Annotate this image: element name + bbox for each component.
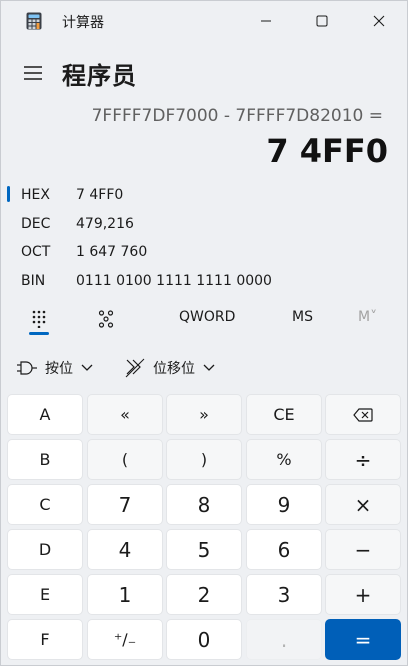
key-decimal[interactable]: . (246, 619, 322, 660)
close-button[interactable] (351, 1, 407, 41)
key-subtract[interactable]: − (325, 529, 401, 570)
word-size-button[interactable]: QWORD (179, 309, 235, 325)
expression-display: 7FFFF7DF7000 - 7FFFF7D82010 = (91, 106, 383, 126)
key-6[interactable]: 6 (246, 529, 322, 570)
full-keypad-tab[interactable] (23, 303, 55, 335)
bit-shift-icon (125, 358, 145, 378)
key-rotate-right[interactable]: » (166, 394, 242, 435)
radix-row-oct[interactable]: OCT 1 647 760 (1, 238, 407, 266)
key-c[interactable]: C (7, 484, 83, 525)
backspace-icon (353, 407, 373, 422)
bitshift-label: 位移位 (153, 361, 195, 377)
key-negate[interactable]: ⁺∕₋ (87, 619, 163, 660)
result-display: 7 4FF0 (266, 132, 388, 170)
bitwise-label: 按位 (45, 361, 73, 377)
key-a[interactable]: A (7, 394, 83, 435)
key-1[interactable]: 1 (87, 574, 163, 615)
calculator-window: 计算器 程序员 7FFFF7DF7000 - 7FFFF7D82010 = 7 … (0, 0, 408, 666)
full-keypad-icon (32, 310, 46, 328)
hamburger-menu-icon (24, 66, 42, 80)
key-e[interactable]: E (7, 574, 83, 615)
key-clear-entry[interactable]: CE (246, 394, 322, 435)
memory-store-button[interactable]: MS (292, 309, 313, 325)
key-2[interactable]: 2 (166, 574, 242, 615)
key-f[interactable]: F (7, 619, 83, 660)
radix-value: 479,216 (76, 216, 134, 232)
mode-title: 程序员 (62, 62, 137, 90)
maximize-button[interactable] (294, 1, 350, 41)
logic-gate-icon (17, 361, 37, 375)
minimize-button[interactable] (238, 1, 294, 41)
radix-row-dec[interactable]: DEC 479,216 (1, 210, 407, 238)
title-bar: 计算器 (1, 1, 407, 41)
memory-list-button[interactable]: M˅ (358, 309, 377, 325)
key-7[interactable]: 7 (87, 484, 163, 525)
key-d[interactable]: D (7, 529, 83, 570)
radix-label: HEX (21, 187, 50, 203)
chevron-down-icon (203, 364, 215, 371)
navigation-menu-button[interactable] (17, 57, 49, 89)
radix-row-hex[interactable]: HEX 7 4FF0 (1, 181, 407, 209)
radix-value: 1 647 760 (76, 244, 148, 260)
key-9[interactable]: 9 (246, 484, 322, 525)
bitshift-dropdown[interactable]: 位移位 (125, 356, 215, 380)
key-divide[interactable]: ÷ (325, 439, 401, 480)
radix-value: 0111 0100 1111 1111 0000 (76, 273, 272, 289)
key-close-paren[interactable]: ) (166, 439, 242, 480)
key-3[interactable]: 3 (246, 574, 322, 615)
key-open-paren[interactable]: ( (87, 439, 163, 480)
key-0[interactable]: 0 (166, 619, 242, 660)
key-add[interactable]: + (325, 574, 401, 615)
key-multiply[interactable]: × (325, 484, 401, 525)
key-5[interactable]: 5 (166, 529, 242, 570)
radix-label: BIN (21, 273, 46, 289)
radix-label: DEC (21, 216, 51, 232)
key-percent[interactable]: % (246, 439, 322, 480)
key-b[interactable]: B (7, 439, 83, 480)
radix-label: OCT (21, 244, 51, 260)
bit-toggle-keypad-icon (98, 310, 114, 328)
window-title: 计算器 (62, 15, 104, 31)
radix-value: 7 4FF0 (76, 187, 124, 203)
radix-row-bin[interactable]: BIN 0111 0100 1111 1111 0000 (1, 267, 407, 295)
calculator-icon (26, 12, 42, 30)
selected-indicator (7, 186, 10, 202)
keypad: A « » CE B ( ) % ÷ C 7 8 9 × D 4 5 6 − E… (7, 394, 405, 662)
key-4[interactable]: 4 (87, 529, 163, 570)
key-backspace[interactable] (325, 394, 401, 435)
maximize-icon (316, 15, 328, 27)
key-rotate-left[interactable]: « (87, 394, 163, 435)
bitwise-dropdown[interactable]: 按位 (17, 356, 93, 380)
key-equals[interactable]: = (325, 619, 401, 660)
chevron-down-icon (81, 364, 93, 371)
close-icon (373, 15, 385, 27)
active-tab-indicator (29, 332, 49, 335)
key-8[interactable]: 8 (166, 484, 242, 525)
bit-toggle-tab[interactable] (90, 303, 122, 335)
minimize-icon (261, 20, 271, 22)
